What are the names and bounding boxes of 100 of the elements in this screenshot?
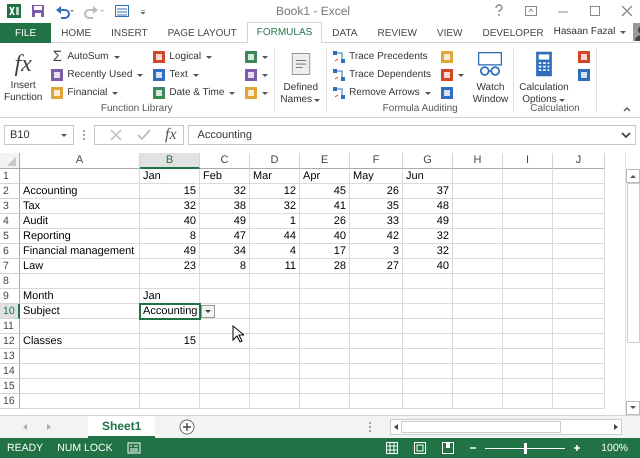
formula-field[interactable]: Accounting — [188, 124, 636, 145]
row-header[interactable]: 3 — [0, 198, 20, 214]
ribbon-tab[interactable]: REVIEW — [367, 22, 427, 43]
row-header[interactable]: 10 — [0, 304, 20, 319]
empty-cell — [503, 214, 553, 229]
ribbon-display-icon[interactable] — [524, 4, 538, 18]
table-cell: 35 — [350, 198, 403, 214]
ribbon-tab[interactable]: DEVELOPER — [472, 22, 554, 43]
column-header[interactable]: F — [350, 152, 403, 169]
book-icon[interactable] — [152, 68, 166, 82]
trace-arrows-icon[interactable] — [332, 68, 346, 82]
ribbon-button[interactable]: Financial — [48, 84, 146, 102]
zoom-level[interactable]: 100% — [601, 442, 628, 454]
empty-cell — [453, 334, 503, 349]
row-header[interactable]: 15 — [0, 378, 20, 394]
sheet-tab[interactable]: Sheet1 — [88, 416, 156, 438]
name-box[interactable]: B10 — [4, 124, 74, 145]
column-header[interactable]: I — [503, 152, 553, 169]
expand-icon[interactable] — [621, 130, 631, 139]
column-header[interactable]: J — [553, 152, 605, 169]
column-header[interactable]: G — [403, 152, 453, 169]
table-cell: 40 — [300, 228, 350, 244]
book-icon[interactable] — [440, 68, 454, 82]
column-header[interactable]: H — [453, 152, 503, 169]
zoom-thumb[interactable] — [524, 442, 528, 454]
book-icon[interactable] — [50, 68, 64, 82]
row-header[interactable]: 6 — [0, 244, 20, 259]
group-label: Formula Auditing — [382, 102, 459, 116]
empty-cell — [300, 334, 350, 349]
check-icon[interactable] — [137, 128, 151, 142]
page-break-icon[interactable] — [441, 441, 456, 456]
horizontal-scrollbar[interactable] — [390, 419, 622, 436]
empty-cell — [553, 394, 605, 409]
empty-cell — [200, 364, 250, 379]
column-header[interactable]: A — [20, 152, 140, 169]
ribbon-tab[interactable]: FORMULAS — [246, 22, 322, 43]
save-icon[interactable] — [30, 2, 46, 19]
row-header[interactable]: 7 — [0, 258, 20, 274]
column-header[interactable]: C — [200, 152, 250, 169]
row-header[interactable]: 11 — [0, 318, 20, 334]
ribbon-tab[interactable]: INSERT — [101, 22, 158, 43]
column-header[interactable]: B — [140, 152, 200, 169]
trace-arrows-icon[interactable] — [332, 50, 346, 64]
ribbon-button[interactable]: Logical — [150, 48, 238, 66]
scroll-up-icon[interactable] — [626, 168, 640, 183]
book-icon[interactable] — [244, 50, 258, 64]
excel-logo-icon[interactable] — [6, 2, 22, 19]
book-icon[interactable] — [152, 86, 166, 100]
column-header[interactable]: E — [300, 152, 350, 169]
ribbon-tab[interactable]: VIEW — [426, 22, 472, 43]
ribbon-button[interactable]: Text — [150, 66, 238, 84]
row-header[interactable]: 13 — [0, 348, 20, 364]
ribbon-tab[interactable]: FILE — [0, 22, 52, 43]
book-icon[interactable] — [244, 68, 258, 82]
ribbon-button[interactable]: Date & Time — [150, 84, 238, 102]
book-icon[interactable] — [440, 86, 454, 100]
ribbon-button[interactable]: Σ AutoSum — [48, 48, 146, 66]
ribbon-tab[interactable]: PAGE LAYOUT — [158, 22, 247, 43]
empty-cell — [300, 288, 350, 304]
ribbon-button[interactable]: Trace Dependents — [330, 66, 434, 84]
ribbon-button[interactable]: Recently Used — [48, 66, 146, 84]
close-icon[interactable] — [620, 4, 634, 18]
form-icon[interactable] — [114, 2, 130, 19]
maximize-icon[interactable] — [588, 4, 602, 18]
page-layout-icon[interactable] — [413, 441, 428, 456]
table-cell: 49 — [140, 244, 200, 259]
scroll-thumb[interactable] — [401, 421, 561, 434]
row-header[interactable]: 1 — [0, 168, 20, 184]
ribbon-tab[interactable]: DATA — [322, 22, 368, 43]
empty-cell — [453, 348, 503, 364]
user-name[interactable]: Hasaan Fazal — [554, 26, 616, 38]
ribbon-button[interactable]: Watch Window — [470, 48, 510, 106]
row-header[interactable]: 12 — [0, 334, 20, 349]
empty-cell — [350, 274, 403, 289]
new-sheet-icon[interactable] — [179, 419, 196, 436]
book-icon[interactable] — [152, 50, 166, 64]
insert-function-button[interactable]: fx — [165, 126, 177, 144]
scroll-down-icon[interactable] — [626, 401, 640, 416]
macro-recording-icon[interactable] — [126, 441, 141, 456]
scroll-thumb[interactable] — [627, 182, 640, 343]
ribbon-button[interactable]: Defined Names — [278, 48, 324, 106]
normal-view-icon[interactable] — [385, 441, 400, 456]
empty-cell — [453, 364, 503, 379]
collapse-ribbon-icon[interactable] — [622, 104, 632, 113]
empty-cell — [300, 318, 350, 334]
row-header[interactable]: 14 — [0, 364, 20, 379]
zoom-in-icon[interactable] — [573, 444, 582, 452]
row-header[interactable]: 16 — [0, 394, 20, 409]
glasses-icon[interactable] — [476, 50, 504, 78]
row-header[interactable]: 8 — [0, 274, 20, 289]
trace-arrows-icon[interactable] — [332, 86, 346, 100]
dropdown-cell[interactable]: Accounting — [140, 304, 200, 319]
ribbon-button[interactable]: Trace Precedents — [330, 48, 434, 66]
ribbon-tab[interactable]: HOME — [51, 22, 102, 43]
row-header[interactable]: 2 — [0, 184, 20, 199]
ribbon-button[interactable]: Remove Arrows — [330, 84, 434, 102]
row-header[interactable]: 4 — [0, 214, 20, 229]
row-header[interactable]: 5 — [0, 228, 20, 244]
column-header[interactable]: D — [250, 152, 300, 169]
ribbon-button[interactable]: fx Insert Function — [2, 48, 44, 104]
